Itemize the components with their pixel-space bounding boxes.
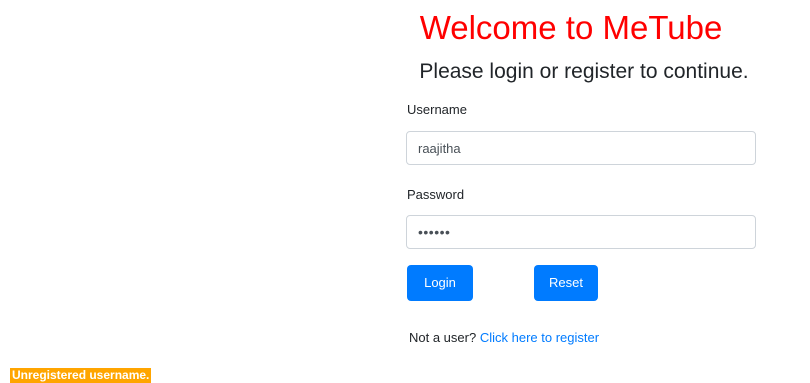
register-prompt-text: Not a user?: [409, 330, 477, 345]
page-title: Welcome to MeTube: [419, 9, 723, 46]
username-label: Username: [407, 102, 467, 117]
error-message: Unregistered username.: [10, 368, 152, 383]
register-prompt-line: Not a user? Click here to register: [409, 329, 599, 347]
password-input[interactable]: [406, 215, 756, 249]
reset-button[interactable]: Reset: [534, 265, 598, 301]
register-link[interactable]: Click here to register: [480, 330, 599, 345]
login-button[interactable]: Login: [407, 265, 473, 301]
password-label: Password: [407, 187, 465, 202]
username-input[interactable]: [406, 131, 756, 165]
page-subtitle: Please login or register to continue.: [419, 60, 749, 83]
